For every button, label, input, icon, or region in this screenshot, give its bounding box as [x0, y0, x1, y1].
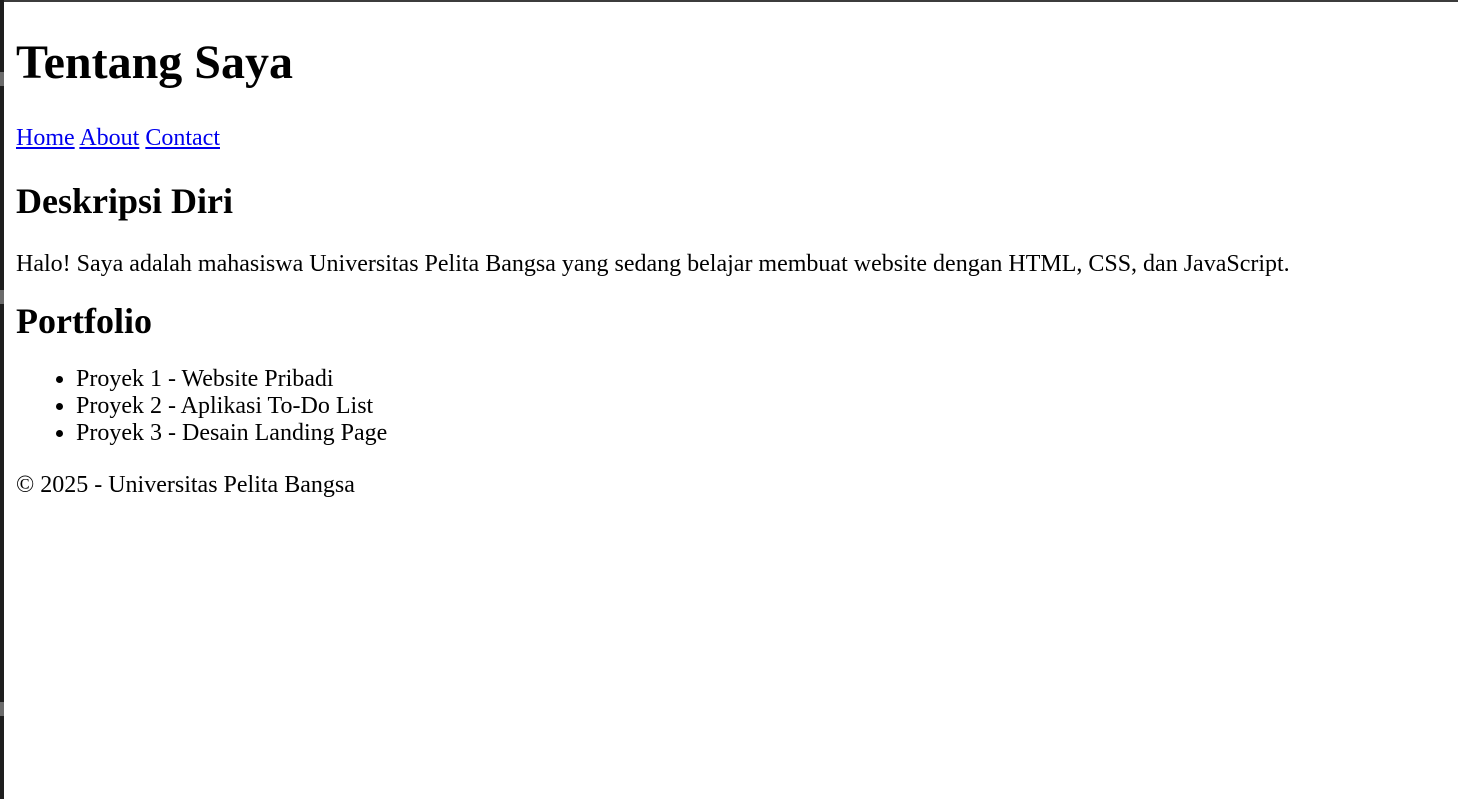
- window-edge-mark: [0, 290, 4, 304]
- about-text: Halo! Saya adalah mahasiswa Universitas …: [16, 251, 1290, 277]
- list-item: Proyek 3 - Desain Landing Page: [76, 420, 1446, 447]
- list-item: Proyek 2 - Aplikasi To-Do List: [76, 393, 1446, 420]
- page-header: Tentang Saya: [16, 34, 1446, 92]
- window-edge-mark: [0, 72, 4, 86]
- about-section: Deskripsi Diri Halo! Saya adalah mahasis…: [16, 180, 1446, 278]
- portfolio-heading: Portfolio: [16, 301, 152, 341]
- nav-link-contact[interactable]: Contact: [145, 125, 220, 151]
- portfolio-section: Portfolio Proyek 1 - Website Pribadi Pro…: [16, 300, 1446, 447]
- window-left-border: [0, 0, 4, 799]
- window-edge-mark: [0, 702, 4, 716]
- page-content: Tentang Saya Home About Contact Deskrips…: [16, 2, 1446, 499]
- nav-link-about[interactable]: About: [79, 125, 139, 151]
- page-title: Tentang Saya: [16, 36, 293, 89]
- main-nav: Home About Contact: [16, 124, 1446, 152]
- list-item: Proyek 1 - Website Pribadi: [76, 366, 1446, 393]
- portfolio-list: Proyek 1 - Website Pribadi Proyek 2 - Ap…: [16, 366, 1446, 447]
- page-footer: © 2025 - Universitas Pelita Bangsa: [16, 472, 355, 498]
- about-heading: Deskripsi Diri: [16, 181, 234, 221]
- nav-link-home[interactable]: Home: [16, 125, 75, 151]
